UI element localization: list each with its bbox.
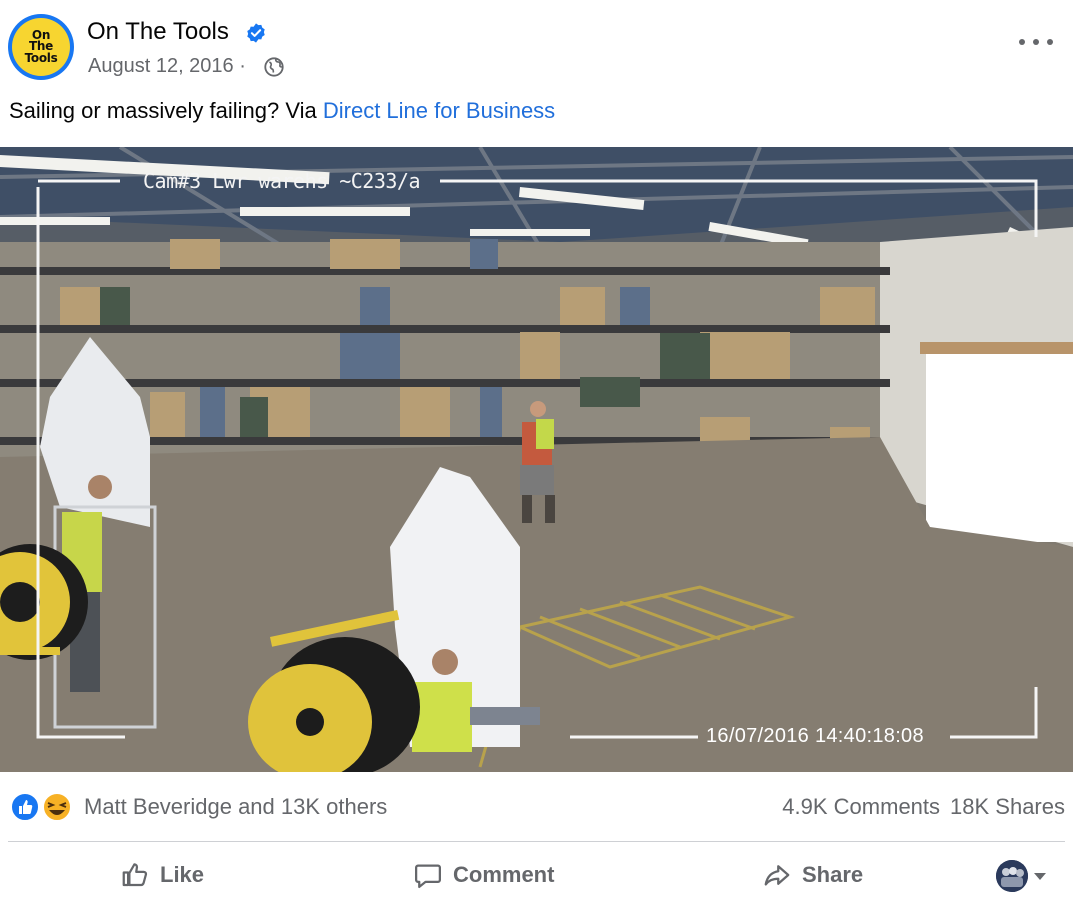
comment-button[interactable]: Comment — [413, 858, 554, 892]
like-label: Like — [160, 862, 205, 887]
globe-icon — [264, 57, 284, 77]
comments-count[interactable]: 4.9K Comments — [782, 794, 940, 819]
comment-bubble-icon — [415, 864, 441, 888]
comment-label: Comment — [453, 862, 555, 887]
like-reaction-icon — [10, 792, 40, 822]
video-player[interactable]: Cam#3 Lwr warehs ~C233/a 16/07/2016 14:4… — [0, 147, 1073, 772]
verified-badge-icon — [247, 23, 265, 43]
chevron-down-icon — [1034, 872, 1046, 880]
cctv-camera-label: Cam#3 Lwr warehs ~C233/a — [143, 169, 420, 193]
avatar-logo-line: Tools — [24, 50, 58, 65]
profile-avatar — [996, 860, 1028, 892]
post-date[interactable]: August 12, 2016 · — [88, 55, 246, 78]
video-frame-image — [0, 147, 1073, 772]
reactions-summary[interactable] — [10, 792, 74, 822]
caption-text: Sailing or massively failing? Via — [9, 98, 323, 123]
page-avatar[interactable]: On The Tools — [8, 14, 74, 80]
like-button[interactable]: Like — [120, 858, 204, 892]
divider — [8, 841, 1065, 842]
share-button[interactable]: Share — [762, 858, 863, 892]
reactors-text[interactable]: Matt Beveridge and 13K others — [84, 794, 387, 820]
page-name[interactable]: On The Tools — [87, 18, 229, 46]
thumbs-up-icon — [122, 863, 148, 887]
caption-link[interactable]: Direct Line for Business — [323, 98, 555, 123]
cctv-timestamp: 16/07/2016 14:40:18:08 — [706, 725, 924, 747]
haha-reaction-icon — [42, 792, 72, 822]
post-actions: Like Comment Share — [0, 850, 1073, 900]
share-label: Share — [802, 862, 864, 887]
post-caption: Sailing or massively failing? Via Direct… — [9, 98, 555, 124]
more-options-icon[interactable] — [1019, 30, 1053, 54]
reaction-audience-selector[interactable] — [996, 860, 1046, 892]
avatar-logo: On The Tools — [12, 18, 70, 76]
share-arrow-icon — [764, 865, 790, 886]
shares-count[interactable]: 18K Shares — [950, 794, 1065, 819]
counts: 4.9K Comments 18K Shares — [772, 794, 1065, 820]
engagement-stats: Matt Beveridge and 13K others 4.9K Comme… — [0, 782, 1073, 832]
post-header: On The Tools On The Tools August 12, 201… — [0, 0, 1073, 90]
